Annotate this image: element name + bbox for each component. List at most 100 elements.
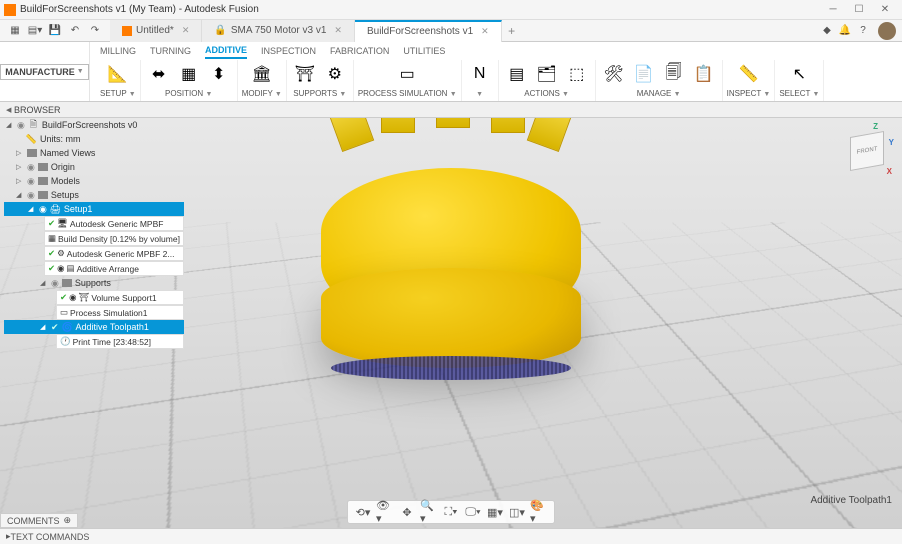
setup-icon: 🖨 [50, 204, 61, 215]
visibility-icon[interactable]: ◉ [57, 263, 64, 274]
avatar[interactable] [878, 22, 896, 40]
lock-icon: 🔒 [214, 25, 226, 36]
help-button[interactable]: ? [854, 22, 872, 40]
tool-button[interactable]: ⬍ [205, 60, 233, 88]
ribbon-tab-turning[interactable]: TURNING [150, 44, 191, 58]
ribbon-tab-milling[interactable]: MILLING [100, 44, 136, 58]
ribbon-tabs: MILLING TURNING ADDITIVE INSPECTION FABR… [90, 42, 902, 60]
tree-item[interactable]: ✔◉▤Additive Arrange [44, 261, 184, 276]
tree-supports[interactable]: ◢ ◉ Supports [4, 276, 184, 290]
viewport-button[interactable]: ◫▾ [508, 503, 526, 521]
text-commands-label[interactable]: TEXT COMMANDS [11, 532, 90, 542]
expand-arrow-icon[interactable]: ◢ [28, 205, 36, 213]
doc-tab-buildforscreenshots[interactable]: BuildForScreenshots v1 ✕ [355, 20, 502, 42]
tool-button[interactable]: 🗐 [660, 60, 688, 88]
tool-button[interactable]: ↖ [785, 60, 813, 88]
display-button[interactable]: 🖵▾ [464, 503, 482, 521]
redo-button[interactable]: ↷ [86, 22, 104, 40]
tool-group-process-simulation: ▭PROCESS SIMULATION ▼ [354, 60, 462, 101]
comments-panel-toggle[interactable]: COMMENTS ⊕ [0, 513, 78, 528]
expand-arrow-icon[interactable]: ▷ [16, 149, 24, 157]
visibility-icon[interactable]: ◉ [27, 190, 35, 201]
ribbon-tab-inspection[interactable]: INSPECTION [261, 44, 316, 58]
tree-item[interactable]: ✔🖥Autodesk Generic MPBF [44, 216, 184, 231]
quick-access-toolbar: ▦ ▤▾ 💾 ↶ ↷ [0, 22, 110, 40]
viewcube-face[interactable]: FRONT [850, 131, 884, 171]
tool-button[interactable]: ⬌ [145, 60, 173, 88]
tool-button[interactable]: 🗂 [533, 60, 561, 88]
tool-button[interactable]: 📐 [104, 60, 132, 88]
new-tab-button[interactable]: + [502, 24, 522, 38]
doc-tab-untitled[interactable]: Untitled* ✕ [110, 20, 202, 42]
notifications-button[interactable]: 🔔 [836, 22, 854, 40]
look-button[interactable]: 👁▾ [376, 503, 394, 521]
minimize-button[interactable]: ─ [820, 1, 846, 19]
tool-button[interactable]: ⬚ [563, 60, 591, 88]
expand-arrow-icon[interactable]: ◢ [40, 279, 48, 287]
browser-header[interactable]: ◀ BROWSER [0, 102, 902, 118]
fit-button[interactable]: ⛶▾ [442, 503, 460, 521]
collapse-arrow-icon[interactable]: ◀ [6, 106, 14, 114]
model-3d[interactable] [321, 268, 581, 368]
tool-button[interactable]: ▦ [175, 60, 203, 88]
visibility-icon[interactable]: ◉ [17, 120, 25, 131]
tree-models[interactable]: ▷ ◉ Models [4, 174, 184, 188]
window-title: BuildForScreenshots v1 (My Team) - Autod… [20, 4, 259, 15]
orbit-button[interactable]: ⟲▾ [354, 503, 372, 521]
tree-additive-toolpath[interactable]: ◢ ✔ 🌀 Additive Toolpath1 [4, 320, 184, 334]
tree-origin[interactable]: ▷ ◉ Origin [4, 160, 184, 174]
view-cube[interactable]: Z Y X FRONT [842, 124, 892, 174]
tool-button[interactable]: 🛠 [600, 60, 628, 88]
visibility-icon[interactable]: ◉ [27, 176, 35, 187]
tree-item[interactable]: ✔⚙Autodesk Generic MPBF 2... [44, 246, 184, 261]
grid-button[interactable]: ▦▾ [486, 503, 504, 521]
tree-setup1[interactable]: ◢ ◉ 🖨 Setup1 [4, 202, 184, 216]
close-button[interactable]: ✕ [872, 1, 898, 19]
tool-button[interactable]: 📋 [690, 60, 718, 88]
pan-button[interactable]: ✥ [398, 503, 416, 521]
close-icon[interactable]: ✕ [481, 26, 489, 37]
ribbon-tab-fabrication[interactable]: FABRICATION [330, 44, 389, 58]
expand-arrow-icon[interactable]: ▷ [16, 177, 24, 185]
model-body-base [321, 268, 581, 368]
ribbon-tab-utilities[interactable]: UTILITIES [403, 44, 445, 58]
ribbon-tab-additive[interactable]: ADDITIVE [205, 43, 247, 59]
tool-button[interactable]: ▤ [503, 60, 531, 88]
doc-tab-sma750[interactable]: 🔒 SMA 750 Motor v3 v1 ✕ [202, 20, 355, 42]
tree-root[interactable]: ◢ ◉ 🗎 BuildForScreenshots v0 [4, 118, 184, 132]
tool-button[interactable]: 📄 [630, 60, 658, 88]
tool-button[interactable]: ⛩ [291, 60, 319, 88]
tool-button[interactable]: N [466, 60, 494, 88]
tool-button[interactable]: ▭ [393, 60, 421, 88]
workspace-switcher[interactable]: MANUFACTURE ▼ [0, 42, 90, 101]
tool-button[interactable]: 🏛 [248, 60, 276, 88]
tree-named-views[interactable]: ▷ Named Views [4, 146, 184, 160]
expand-arrow-icon[interactable]: ▷ [16, 163, 24, 171]
tree-volume-support[interactable]: ✔◉⛩Volume Support1 [56, 290, 184, 305]
tool-button[interactable]: 📏 [734, 60, 762, 88]
support-structure [331, 356, 571, 380]
close-icon[interactable]: ✕ [182, 25, 190, 36]
save-button[interactable]: 💾 [46, 22, 64, 40]
zoom-button[interactable]: 🔍▾ [420, 503, 438, 521]
tool-button[interactable]: ⚙ [321, 60, 349, 88]
visibility-icon[interactable]: ◉ [39, 204, 47, 215]
expand-arrow-icon[interactable]: ◢ [16, 191, 24, 199]
tree-setups[interactable]: ◢ ◉ Setups [4, 188, 184, 202]
undo-button[interactable]: ↶ [66, 22, 84, 40]
maximize-button[interactable]: ☐ [846, 1, 872, 19]
expand-arrow-icon[interactable]: ◢ [6, 121, 14, 129]
visibility-icon[interactable]: ◉ [69, 292, 76, 303]
extensions-button[interactable]: ◆ [818, 22, 836, 40]
visibility-icon[interactable]: ◉ [51, 278, 59, 289]
visibility-icon[interactable]: ◉ [27, 162, 35, 173]
render-button[interactable]: 🎨▾ [530, 503, 548, 521]
close-icon[interactable]: ✕ [334, 25, 342, 36]
tree-item[interactable]: ▦Build Density [0.12% by volume] [44, 231, 184, 246]
tree-print-time[interactable]: 🕐Print Time [23:48:52] [56, 334, 184, 349]
tree-process-sim[interactable]: ▭Process Simulation1 [56, 305, 184, 320]
apps-grid-icon[interactable]: ▦ [6, 22, 24, 40]
file-menu-button[interactable]: ▤▾ [26, 22, 44, 40]
expand-arrow-icon[interactable]: ◢ [40, 323, 48, 331]
tree-units[interactable]: 📏 Units: mm [4, 132, 184, 146]
